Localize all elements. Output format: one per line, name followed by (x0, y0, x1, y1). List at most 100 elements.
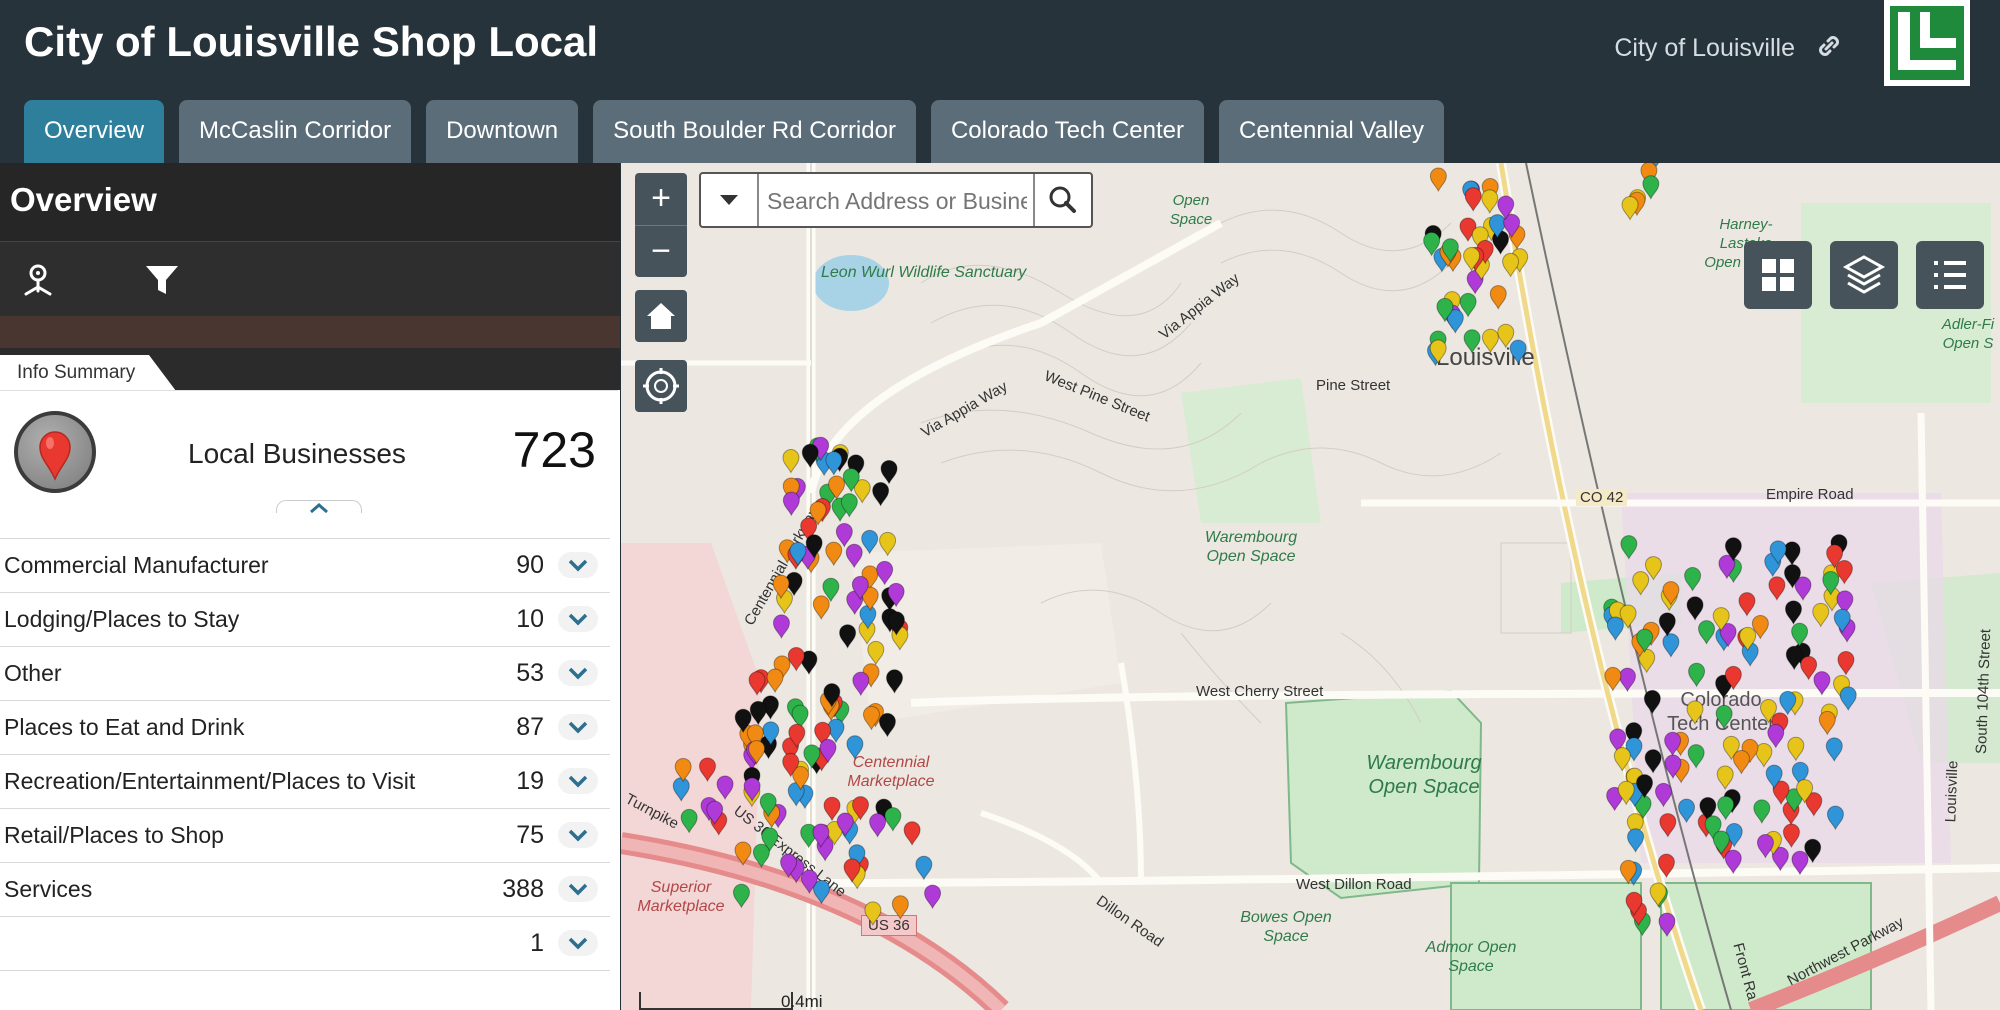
business-pin[interactable] (748, 671, 766, 696)
business-pin[interactable] (1825, 737, 1843, 763)
business-pin[interactable] (823, 796, 841, 822)
business-pin[interactable] (924, 884, 942, 910)
business-pin[interactable] (1724, 849, 1742, 875)
business-pin[interactable] (861, 529, 879, 555)
business-pin[interactable] (1791, 622, 1809, 648)
business-pin[interactable] (716, 775, 734, 801)
business-pin[interactable] (1812, 602, 1830, 628)
business-pin[interactable] (1657, 853, 1675, 879)
zoom-out-button[interactable]: − (635, 225, 687, 278)
business-pin[interactable] (915, 855, 933, 881)
business-pin[interactable] (1463, 329, 1481, 354)
business-pin[interactable] (1658, 912, 1676, 938)
business-pin[interactable] (1768, 576, 1786, 601)
business-pin[interactable] (1686, 596, 1704, 621)
business-pin[interactable] (1687, 744, 1705, 769)
expand-button[interactable] (558, 714, 598, 740)
basemap-gallery-button[interactable] (1744, 241, 1812, 309)
business-pin[interactable] (879, 531, 897, 557)
collapse-button[interactable] (276, 500, 362, 514)
business-pin[interactable] (869, 813, 887, 838)
business-pin[interactable] (1632, 571, 1650, 596)
business-pin[interactable] (1604, 666, 1622, 692)
business-pin[interactable] (1618, 667, 1636, 693)
category-row[interactable]: Other 53 (0, 646, 610, 700)
business-pin[interactable] (891, 895, 909, 920)
business-pin[interactable] (1659, 813, 1677, 838)
business-pin[interactable] (903, 821, 921, 846)
search-input[interactable] (765, 182, 1029, 220)
tab-mccaslin-corridor[interactable]: McCaslin Corridor (179, 100, 412, 163)
business-pin[interactable] (884, 807, 902, 832)
business-pin[interactable] (878, 712, 896, 738)
business-pin[interactable] (1658, 612, 1676, 637)
business-pin[interactable] (1818, 710, 1836, 736)
business-pin[interactable] (1787, 736, 1805, 762)
business-pin[interactable] (1502, 253, 1520, 278)
business-pin[interactable] (1654, 782, 1672, 808)
category-row[interactable]: 1 (0, 916, 610, 971)
expand-button[interactable] (558, 660, 598, 686)
tab-downtown[interactable]: Downtown (426, 100, 579, 163)
business-pin[interactable] (772, 614, 790, 639)
business-pin[interactable] (1481, 328, 1499, 354)
business-pin[interactable] (1620, 535, 1638, 560)
business-pin[interactable] (876, 560, 894, 586)
business-pin[interactable] (812, 595, 830, 621)
business-pin[interactable] (825, 541, 843, 567)
map-view[interactable]: Leon Wurl Wildlife Sanctuary Warembourg … (621, 163, 2000, 1010)
category-row[interactable]: Places to Eat and Drink 87 (0, 700, 610, 754)
business-pin[interactable] (782, 449, 800, 474)
tab-info-summary[interactable]: Info Summary (0, 355, 176, 390)
expand-button[interactable] (558, 876, 598, 902)
business-pin[interactable] (1644, 749, 1662, 774)
link-icon[interactable] (1813, 30, 1845, 62)
search-button[interactable] (1033, 174, 1091, 226)
business-pin[interactable] (1782, 823, 1800, 849)
business-pin[interactable] (1678, 798, 1696, 824)
business-pin[interactable] (1662, 633, 1680, 658)
business-pin[interactable] (1756, 834, 1774, 859)
business-pin[interactable] (1684, 567, 1702, 592)
tab-colorado-tech-center[interactable]: Colorado Tech Center (930, 100, 1204, 163)
business-pin[interactable] (1698, 620, 1716, 645)
business-pin[interactable] (1509, 339, 1527, 365)
business-pin[interactable] (1738, 592, 1756, 617)
expand-button[interactable] (558, 552, 598, 578)
business-pin[interactable] (1839, 686, 1857, 712)
business-pin[interactable] (1643, 689, 1661, 715)
business-pin[interactable] (1606, 616, 1624, 642)
business-pin[interactable] (680, 808, 698, 834)
business-pin[interactable] (801, 443, 819, 469)
category-row[interactable]: Commercial Manufacturer 90 (0, 538, 610, 592)
business-pin[interactable] (1753, 799, 1771, 824)
business-pin[interactable] (1800, 655, 1818, 681)
business-pin[interactable] (1649, 882, 1667, 908)
expand-button[interactable] (558, 822, 598, 848)
business-pin[interactable] (1489, 285, 1507, 310)
business-pin[interactable] (698, 757, 716, 783)
business-pin[interactable] (782, 491, 800, 517)
filter-icon[interactable] (142, 260, 182, 300)
business-pin[interactable] (846, 735, 864, 760)
business-pin[interactable] (1481, 189, 1499, 214)
tab-south-boulder-rd-corridor[interactable]: South Boulder Rd Corridor (593, 100, 916, 163)
business-pin[interactable] (766, 668, 784, 694)
business-pin[interactable] (734, 841, 752, 867)
business-pin[interactable] (1784, 600, 1802, 625)
business-pin[interactable] (1826, 805, 1844, 831)
layer-list-button[interactable] (1830, 241, 1898, 309)
business-pin[interactable] (1715, 704, 1733, 730)
category-row[interactable]: Services 388 (0, 862, 610, 916)
business-pin[interactable] (1785, 645, 1803, 671)
business-pin[interactable] (845, 543, 863, 569)
business-pin[interactable] (1429, 167, 1447, 193)
zoom-in-button[interactable]: + (635, 173, 687, 225)
org-link[interactable]: City of Louisville (1614, 34, 1795, 63)
business-pin[interactable] (880, 460, 898, 485)
business-pin[interactable] (1717, 795, 1735, 821)
business-pin[interactable] (1837, 651, 1855, 676)
business-pin[interactable] (1686, 700, 1704, 725)
business-pin[interactable] (852, 671, 870, 697)
business-pin[interactable] (835, 523, 853, 548)
